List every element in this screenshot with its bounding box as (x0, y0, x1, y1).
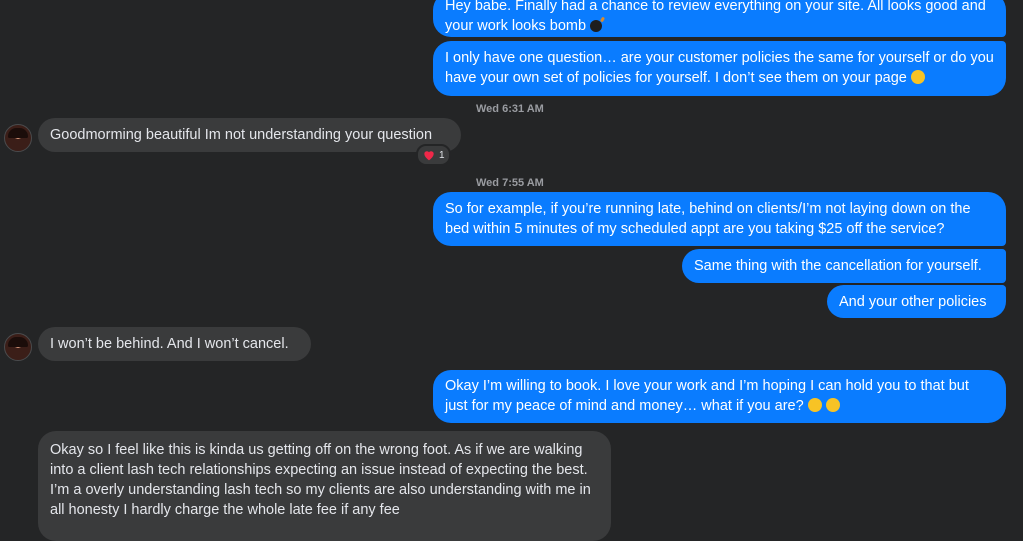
message-bubble-outgoing[interactable]: Hey babe. Finally had a chance to review… (433, 0, 1006, 37)
avatar[interactable] (4, 124, 32, 152)
heart-icon (422, 148, 436, 162)
message-text: Okay so I feel like this is kinda us get… (50, 442, 591, 518)
message-bubble-incoming[interactable]: Okay so I feel like this is kinda us get… (38, 431, 611, 541)
message-text: Same thing with the cancellation for you… (694, 258, 982, 274)
message-text: Goodmorming beautiful Im not understandi… (50, 127, 433, 143)
message-bubble-outgoing[interactable]: And your other policies (827, 285, 1006, 318)
hug-emoji-icon (825, 398, 840, 412)
message-bubble-incoming[interactable]: I won’t be behind. And I won’t cancel. (38, 327, 311, 361)
timestamp: Wed 6:31 AM (476, 103, 544, 115)
message-bubble-incoming[interactable]: Goodmorming beautiful Im not understandi… (38, 118, 461, 152)
avatar[interactable] (4, 333, 32, 361)
message-bubble-outgoing[interactable]: Same thing with the cancellation for you… (682, 249, 1006, 283)
reaction-count: 1 (439, 149, 445, 161)
message-text: Hey babe. Finally had a chance to review… (445, 0, 986, 34)
message-text: So for example, if you’re running late, … (445, 201, 971, 237)
message-bubble-outgoing[interactable]: Okay I’m willing to book. I love your wo… (433, 370, 1006, 423)
message-text: Okay I’m willing to book. I love your wo… (445, 378, 969, 414)
reaction-badge[interactable]: 1 (416, 144, 451, 166)
smile-emoji-icon (910, 70, 925, 84)
message-bubble-outgoing[interactable]: So for example, if you’re running late, … (433, 192, 1006, 246)
timestamp: Wed 7:55 AM (476, 177, 544, 189)
message-text: And your other policies (839, 294, 987, 310)
message-text: I won’t be behind. And I won’t cancel. (50, 336, 289, 352)
bomb-emoji-icon (590, 20, 603, 32)
relieved-emoji-icon (807, 398, 822, 412)
message-bubble-outgoing[interactable]: I only have one question… are your custo… (433, 41, 1006, 96)
